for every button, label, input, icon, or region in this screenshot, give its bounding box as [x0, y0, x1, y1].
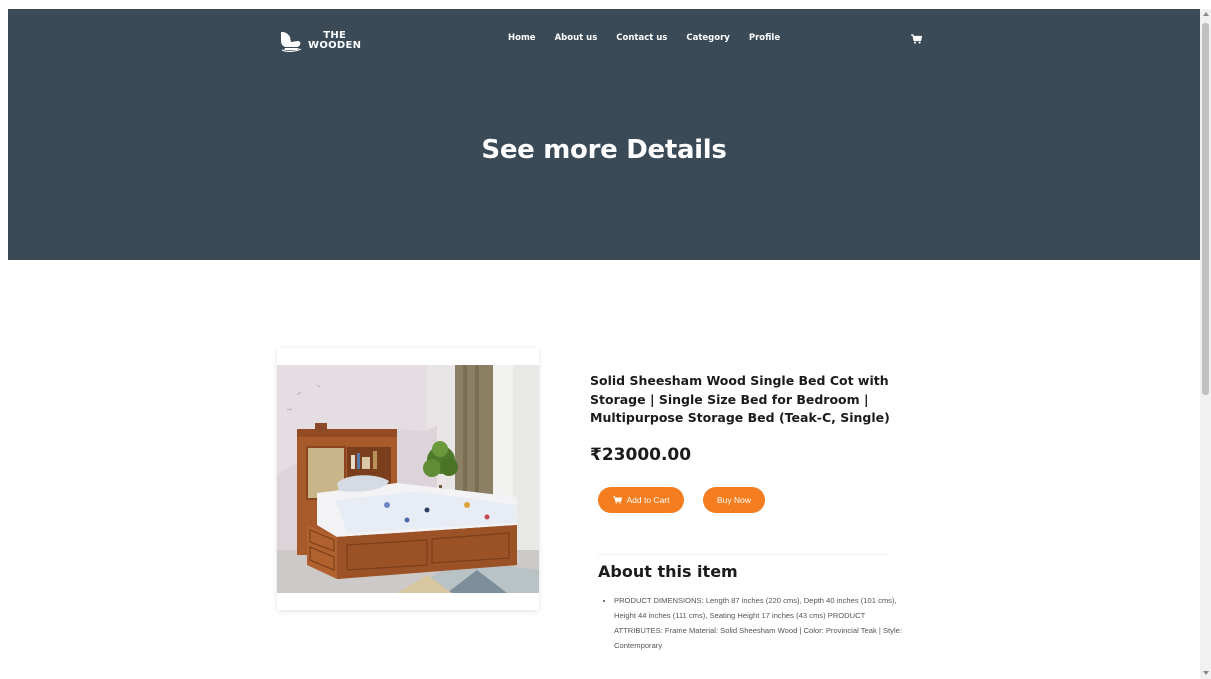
- page-title: See more Details: [481, 135, 727, 165]
- main-nav: Home About us Contact us Category Profil…: [508, 33, 799, 43]
- about-list: PRODUCT DIMENSIONS: Length 87 inches (22…: [598, 593, 914, 653]
- product-photo[interactable]: [277, 365, 539, 593]
- product-price: ₹23000.00: [590, 445, 692, 465]
- hero-header: THE WOODEN Home About us Contact us Cate…: [8, 9, 1200, 260]
- brand-line-2: WOODEN: [308, 40, 362, 51]
- cart-icon: [612, 496, 622, 504]
- bed-illustration: [277, 365, 539, 593]
- add-to-cart-button[interactable]: Add to Cart: [598, 487, 684, 513]
- scrollbar-thumb[interactable]: [1202, 23, 1209, 395]
- scroll-up-arrow-icon[interactable]: [1203, 12, 1209, 16]
- chair-logo-icon: [281, 31, 302, 52]
- brand-name: THE WOODEN: [308, 31, 361, 51]
- vertical-scrollbar[interactable]: [1200, 9, 1211, 679]
- nav-category[interactable]: Category: [686, 33, 729, 43]
- product-title: Solid Sheesham Wood Single Bed Cot with …: [590, 373, 890, 425]
- scroll-down-arrow-icon[interactable]: [1203, 671, 1209, 675]
- nav-profile[interactable]: Profile: [749, 33, 780, 43]
- product-image-card: [277, 348, 539, 610]
- nav-contact-us[interactable]: Contact us: [616, 33, 667, 43]
- add-to-cart-label: Add to Cart: [626, 495, 670, 505]
- nav-home[interactable]: Home: [508, 33, 536, 43]
- brand-logo[interactable]: THE WOODEN: [278, 28, 361, 54]
- page: THE WOODEN Home About us Contact us Cate…: [8, 9, 1200, 679]
- about-list-item: PRODUCT DIMENSIONS: Length 87 inches (22…: [614, 593, 914, 653]
- buy-now-button[interactable]: Buy Now: [703, 487, 765, 513]
- nav-about-us[interactable]: About us: [555, 33, 598, 43]
- cart-icon[interactable]: [911, 34, 922, 44]
- section-divider: [598, 554, 888, 555]
- about-heading: About this item: [598, 562, 738, 581]
